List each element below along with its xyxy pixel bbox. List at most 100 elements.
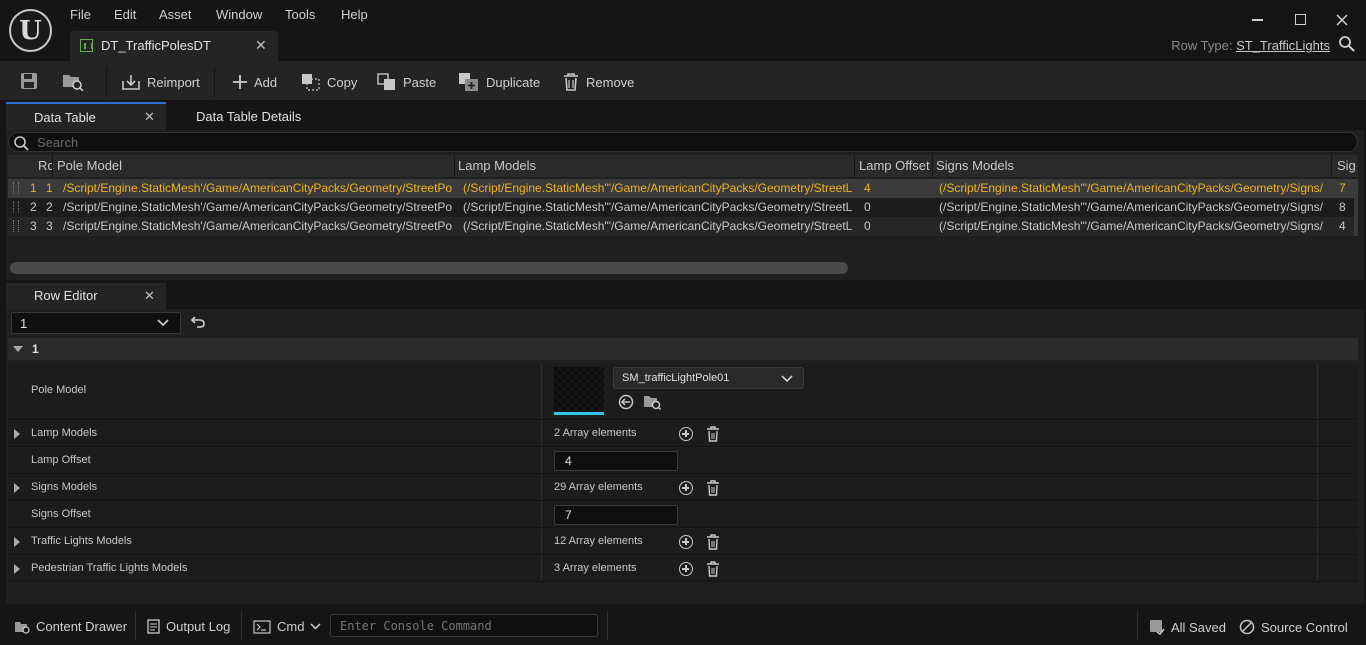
console-command-input[interactable]	[330, 614, 598, 637]
asset-picker-dropdown[interactable]: SM_trafficLightPole01	[613, 367, 804, 389]
unreal-logo-icon[interactable]: U	[9, 9, 52, 52]
expand-arrow-icon[interactable]	[14, 564, 20, 574]
cell-lamp-offset: 4	[864, 181, 871, 195]
lamp-offset-input[interactable]: 4	[554, 451, 678, 471]
reimport-label: Reimport	[147, 74, 200, 90]
menu-asset[interactable]: Asset	[159, 7, 192, 22]
expand-arrow-icon[interactable]	[14, 537, 20, 547]
trash-icon[interactable]	[706, 426, 720, 442]
document-tab[interactable]: DT_TrafficPolesDT ✕	[70, 31, 278, 61]
paste-button[interactable]: Paste	[377, 71, 436, 93]
vertical-scrollbar[interactable]	[1354, 179, 1358, 236]
close-tab-icon[interactable]: ✕	[255, 37, 267, 54]
reimport-icon	[122, 75, 140, 90]
asset-thumbnail[interactable]	[554, 367, 604, 415]
copy-label: Copy	[327, 74, 358, 90]
add-button[interactable]: Add	[232, 71, 277, 93]
cell-signs-offset: 7	[1339, 181, 1346, 195]
tab-row-editor[interactable]: Row Editor ✕	[6, 283, 166, 309]
paste-icon	[377, 73, 395, 90]
signs-offset-input[interactable]: 7	[554, 505, 678, 525]
close-tab-icon[interactable]: ✕	[144, 109, 155, 125]
column-header-lamp-models[interactable]: Lamp Models	[458, 158, 848, 173]
drag-handle-icon[interactable]	[13, 220, 19, 232]
reimport-button[interactable]: Reimport	[121, 71, 200, 93]
expand-arrow-icon[interactable]	[14, 483, 20, 493]
copy-icon	[302, 74, 320, 91]
property-label: Signs Models	[31, 481, 98, 493]
column-divider[interactable]	[1331, 155, 1332, 177]
search-field[interactable]: Search	[8, 132, 1358, 152]
browse-asset-icon[interactable]	[643, 393, 661, 411]
menu-file[interactable]: File	[70, 7, 91, 22]
duplicate-button[interactable]: Duplicate	[458, 71, 540, 93]
row-index: 2	[30, 200, 37, 214]
add-element-icon[interactable]	[679, 562, 693, 576]
content-drawer-button[interactable]: Content Drawer	[14, 619, 127, 634]
column-divider	[1317, 421, 1318, 446]
column-divider[interactable]	[52, 155, 53, 177]
drag-handle-icon[interactable]	[13, 201, 19, 213]
save-icon[interactable]	[20, 72, 38, 90]
menu-edit[interactable]: Edit	[114, 7, 136, 22]
menu-help[interactable]: Help	[341, 7, 368, 22]
maximize-icon[interactable]	[1295, 14, 1306, 25]
column-header-signs-offset[interactable]: Sig	[1337, 158, 1357, 173]
add-element-icon[interactable]	[679, 481, 693, 495]
table-row[interactable]: 2 2 /Script/Engine.StaticMesh'/Game/Amer…	[8, 198, 1358, 217]
row-type-value[interactable]: ST_TrafficLights	[1236, 38, 1330, 53]
trash-icon[interactable]	[706, 534, 720, 550]
property-label: Lamp Models	[31, 427, 98, 439]
close-tab-icon[interactable]: ✕	[144, 288, 155, 304]
cmd-dropdown[interactable]: Cmd	[253, 619, 321, 634]
column-header-signs-models[interactable]: Signs Models	[936, 158, 1326, 173]
all-saved-button[interactable]: All Saved	[1149, 619, 1226, 635]
add-element-icon[interactable]	[679, 427, 693, 441]
search-icon	[14, 136, 29, 151]
add-label: Add	[254, 74, 278, 90]
collapse-arrow-icon	[13, 346, 23, 352]
menu-window[interactable]: Window	[216, 7, 262, 22]
panel-tab-strip: Data Table ✕ Data Table Details	[6, 102, 1364, 130]
terminal-icon	[253, 619, 271, 634]
cell-signs-offset: 8	[1339, 200, 1346, 214]
property-row-pedestrian-models: Pedestrian Traffic Lights Models 3 Array…	[8, 556, 1358, 582]
status-separator	[241, 611, 242, 641]
column-divider[interactable]	[854, 155, 855, 177]
copy-button[interactable]: Copy	[301, 71, 357, 93]
drag-handle-icon[interactable]	[13, 182, 19, 194]
browse-asset-icon[interactable]	[62, 71, 84, 91]
minimize-icon[interactable]	[1252, 19, 1263, 21]
cell-signs-models: (/Script/Engine.StaticMesh'"/Game/Americ…	[939, 181, 1324, 195]
trash-icon[interactable]	[706, 561, 720, 577]
column-divider[interactable]	[932, 155, 933, 177]
output-log-button[interactable]: Output Log	[147, 619, 230, 634]
tab-data-table[interactable]: Data Table ✕	[6, 102, 166, 130]
column-divider[interactable]	[454, 155, 455, 177]
close-window-icon[interactable]	[1336, 14, 1348, 26]
expand-arrow-icon[interactable]	[14, 429, 20, 439]
row-selector-dropdown[interactable]: 1	[11, 312, 181, 334]
undo-icon[interactable]	[190, 315, 206, 329]
duplicate-label: Duplicate	[486, 74, 541, 90]
status-separator	[135, 611, 136, 641]
source-control-disabled-icon	[1239, 619, 1255, 635]
content-drawer-label: Content Drawer	[36, 619, 128, 634]
table-row[interactable]: 3 3 /Script/Engine.StaticMesh'/Game/Amer…	[8, 217, 1358, 236]
search-icon[interactable]	[1338, 35, 1356, 53]
column-divider	[541, 363, 542, 419]
tab-data-table-details[interactable]: Data Table Details	[168, 102, 318, 130]
row-section-header[interactable]: 1	[8, 338, 1358, 360]
source-control-label: Source Control	[1261, 619, 1348, 635]
trash-icon[interactable]	[706, 480, 720, 496]
table-row[interactable]: 1 1 /Script/Engine.StaticMesh'/Game/Amer…	[8, 179, 1358, 198]
menu-tools[interactable]: Tools	[285, 7, 315, 22]
plus-icon	[233, 75, 247, 89]
column-header-lamp-offset[interactable]: Lamp Offset	[859, 158, 935, 173]
remove-button[interactable]: Remove	[562, 71, 634, 93]
add-element-icon[interactable]	[679, 535, 693, 549]
horizontal-scrollbar[interactable]	[10, 262, 848, 274]
source-control-button[interactable]: Source Control	[1239, 619, 1348, 635]
use-selected-asset-icon[interactable]	[618, 394, 634, 410]
column-header-pole-model[interactable]: Pole Model	[57, 158, 447, 173]
